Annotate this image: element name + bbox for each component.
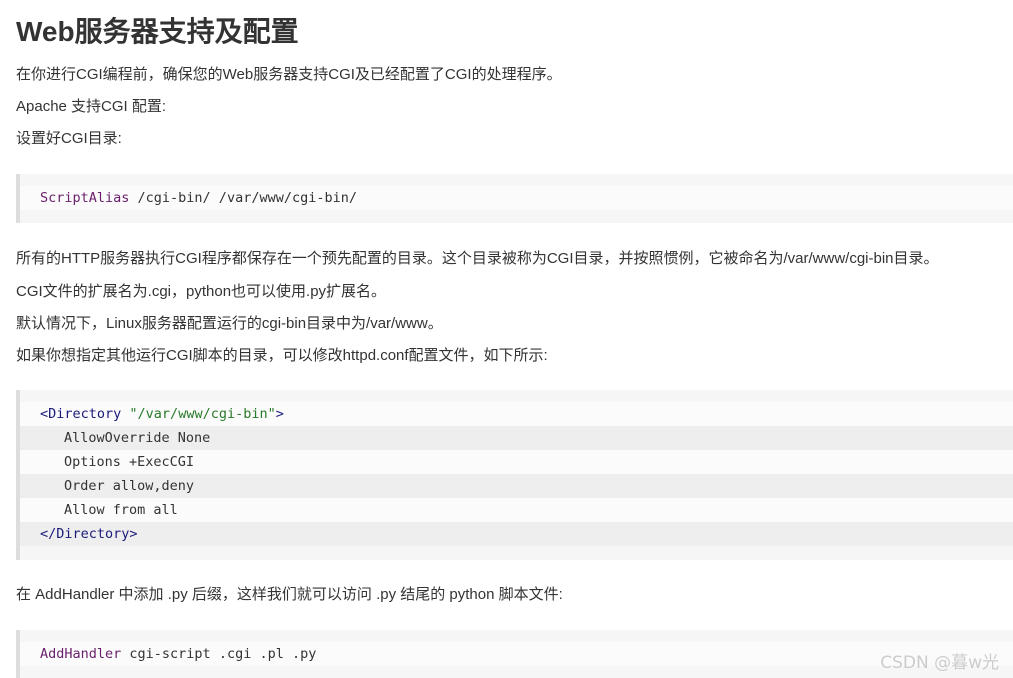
code-line: ScriptAlias /cgi-bin/ /var/www/cgi-bin/ (20, 186, 1013, 210)
code-keyword: AddHandler (40, 646, 122, 662)
code-tag: > (275, 406, 284, 422)
code-line: AddHandler cgi-script .cgi .pl .py (20, 642, 1013, 666)
paragraph-apache-support: Apache 支持CGI 配置: (16, 98, 167, 115)
code-string: "/var/www/cgi-bin" (129, 406, 276, 422)
code-line: <Directory "/var/www/cgi-bin"> (20, 402, 1013, 426)
code-tag: <Directory (40, 406, 122, 422)
paragraph-addhandler: 在 AddHandler 中添加 .py 后缀，这样我们就可以访问 .py 结尾… (16, 586, 563, 603)
paragraph-httpd-conf: 如果你想指定其他运行CGI脚本的目录，可以修改httpd.conf配置文件，如下… (16, 347, 548, 364)
code-line: Allow from all (20, 498, 1013, 522)
code-line: Options +ExecCGI (20, 450, 1013, 474)
paragraph-intro: 在你进行CGI编程前，确保您的Web服务器支持CGI及已经配置了CGI的处理程序… (16, 66, 562, 83)
paragraph-set-cgi-dir: 设置好CGI目录: (16, 130, 122, 147)
code-line: </Directory> (20, 522, 1013, 546)
code-line: Order allow,deny (20, 474, 1013, 498)
code-block-directory: <Directory "/var/www/cgi-bin"> AllowOver… (16, 390, 1013, 560)
code-keyword: ScriptAlias (40, 190, 130, 206)
code-tag: </Directory> (40, 526, 138, 542)
code-block-addhandler: AddHandler cgi-script .cgi .pl .py (16, 630, 1013, 678)
code-text: /cgi-bin/ /var/www/cgi-bin/ (129, 190, 357, 206)
csdn-watermark: CSDN @暮w光 (880, 653, 999, 673)
code-line: AllowOverride None (20, 426, 1013, 450)
paragraph-default-dir: 默认情况下，Linux服务器配置运行的cgi-bin目录中为/var/www。 (16, 315, 443, 332)
paragraph-extension: CGI文件的扩展名为.cgi，python也可以使用.py扩展名。 (16, 283, 387, 300)
paragraph-http-cgi-dir: 所有的HTTP服务器执行CGI程序都保存在一个预先配置的目录。这个目录被称为CG… (16, 250, 939, 267)
article-page: Web服务器支持及配置 在你进行CGI编程前，确保您的Web服务器支持CGI及已… (0, 0, 1013, 678)
section-heading: Web服务器支持及配置 (16, 16, 299, 47)
code-block-scriptalias: ScriptAlias /cgi-bin/ /var/www/cgi-bin/ (16, 174, 1013, 223)
code-text: cgi-script .cgi .pl .py (121, 646, 317, 662)
